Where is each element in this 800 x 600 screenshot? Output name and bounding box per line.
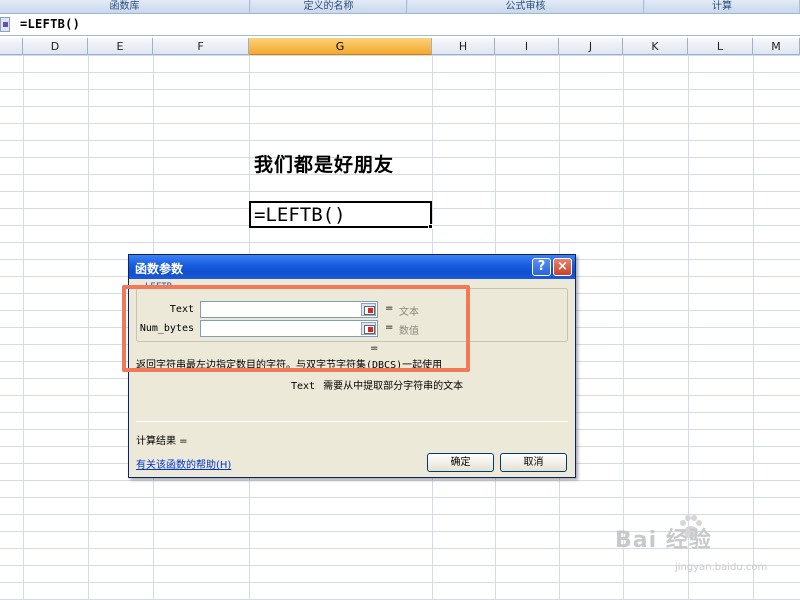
formula-bar: =LEFTB() <box>0 14 800 36</box>
dialog-title: 函数参数 <box>135 262 184 276</box>
cancel-button[interactable]: 取消 <box>500 453 567 472</box>
formula-input[interactable]: =LEFTB() <box>20 17 80 31</box>
param-description-text: 需要从中提取部分字符串的文本 <box>323 381 464 392</box>
column-header-c[interactable] <box>0 38 23 55</box>
ok-button[interactable]: 确定 <box>427 453 494 472</box>
cell-g-text[interactable]: 我们都是好朋友 <box>254 150 394 177</box>
grid-line <box>23 55 24 600</box>
watermark-url: jingyan.baidu.com <box>675 562 768 573</box>
calc-result: 计算结果 = <box>136 436 188 447</box>
column-header-i[interactable]: I <box>495 38 559 55</box>
active-cell[interactable]: =LEFTB() <box>249 201 433 229</box>
watermark-brand: Bai 经验 <box>615 528 712 553</box>
grid-line <box>753 55 754 600</box>
column-header-m[interactable]: M <box>753 38 800 55</box>
insert-function-icon[interactable] <box>0 17 10 32</box>
column-header-e[interactable]: E <box>88 38 153 55</box>
column-header-g[interactable]: G <box>249 38 432 55</box>
active-cell-formula: =LEFTB() <box>254 204 346 226</box>
column-header-h[interactable]: H <box>432 38 495 55</box>
column-header-d[interactable]: D <box>23 38 88 55</box>
close-icon[interactable]: × <box>553 258 572 276</box>
ribbon-group-function-library[interactable]: 函数库 <box>0 0 250 13</box>
param-description: Text 需要从中提取部分字符串的文本 <box>291 377 463 392</box>
column-header-j[interactable]: J <box>559 38 623 55</box>
divider <box>136 421 568 422</box>
help-icon[interactable]: ? <box>532 258 551 276</box>
param-description-name: Text <box>291 381 316 392</box>
grid-line <box>623 55 624 600</box>
ribbon-group-bar: 函数库 定义的名称 公式审核 计算 <box>0 0 800 14</box>
ribbon-group-defined-names[interactable]: 定义的名称 <box>251 0 407 13</box>
grid-line <box>88 55 89 600</box>
column-header-l[interactable]: L <box>688 38 753 55</box>
column-header-k[interactable]: K <box>623 38 688 55</box>
help-link[interactable]: 有关该函数的帮助(H) <box>136 456 231 471</box>
ribbon-group-calculation[interactable]: 计算 <box>645 0 800 13</box>
highlight-box <box>122 285 470 372</box>
column-header-f[interactable]: F <box>153 38 249 55</box>
dialog-titlebar[interactable]: 函数参数 ? × <box>129 255 575 279</box>
fill-handle[interactable] <box>428 224 433 229</box>
ribbon-group-formula-auditing[interactable]: 公式审核 <box>408 0 644 13</box>
